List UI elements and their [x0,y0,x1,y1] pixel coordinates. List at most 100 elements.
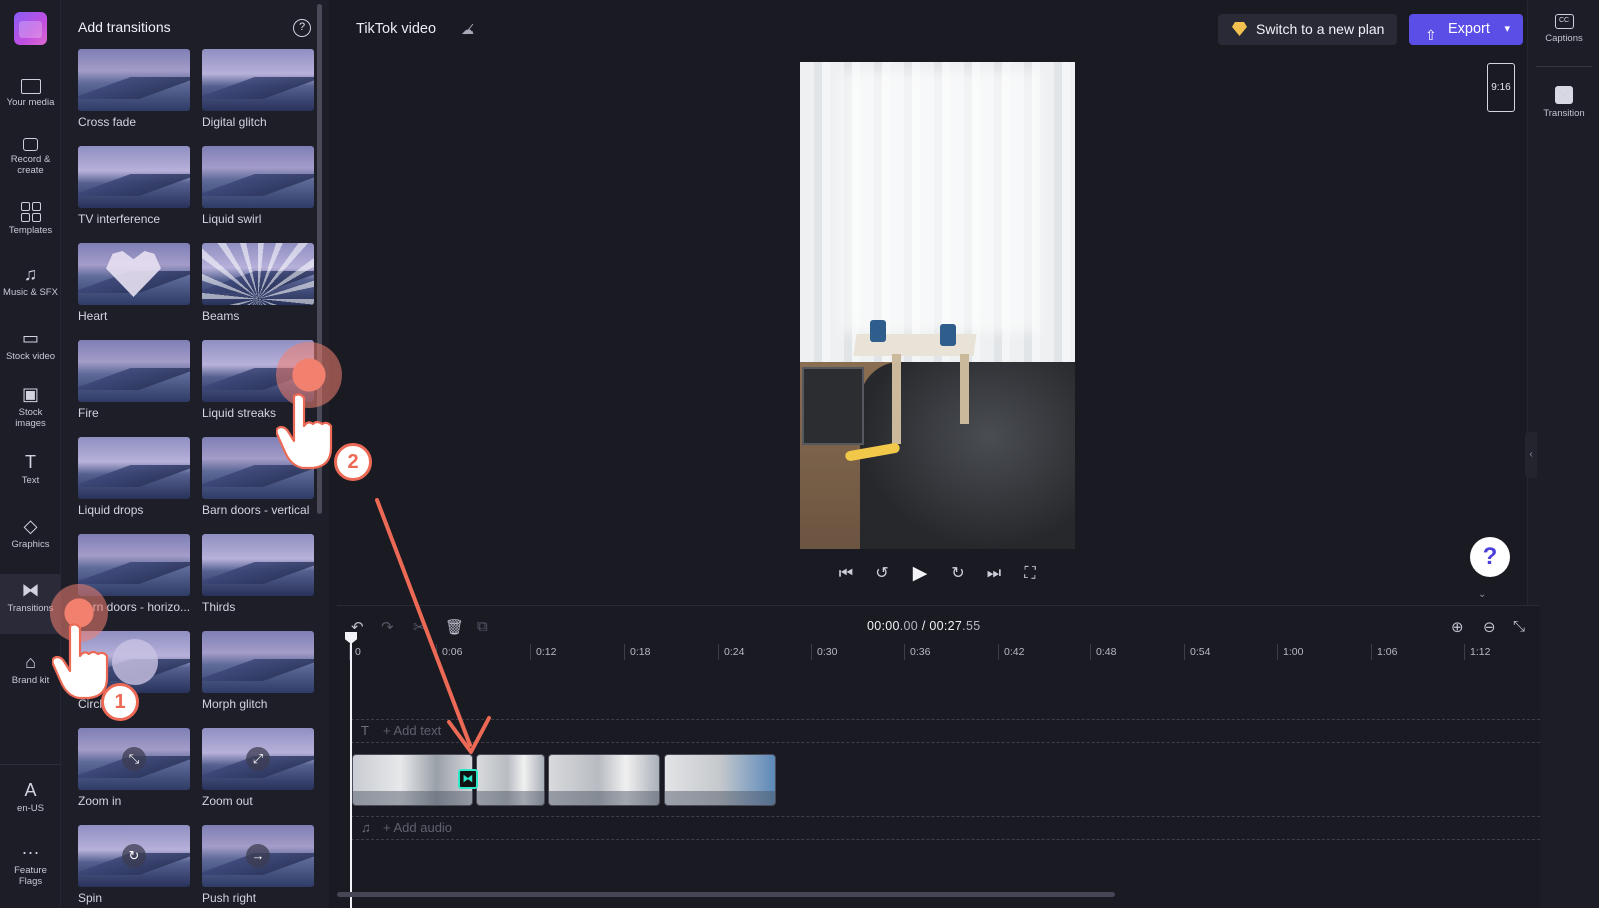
rail-music-sfx[interactable]: ♫ Music & SFX [0,264,61,298]
rail-brand-kit[interactable]: ⌂ Brand kit [0,652,61,686]
collapse-panel-handle[interactable]: ‹ [1525,432,1537,478]
aspect-ratio-button[interactable]: 9:16 [1487,63,1515,112]
zoom-in-icon[interactable]: ⊕ [1451,618,1464,636]
transition-label: Zoom in [78,794,122,808]
transition-tile[interactable]: Digital glitch [202,49,314,129]
transition-label: Morph glitch [202,697,268,711]
transition-thumbnail [202,243,314,305]
redo-icon[interactable]: ↷ [381,618,394,636]
timeline-scrollbar[interactable] [337,892,1115,897]
video-preview[interactable] [800,62,1075,549]
transition-label: Digital glitch [202,115,267,129]
transition-thumbnail: → [202,825,314,887]
graphics-icon: ◇ [23,516,38,536]
zoom-out-icon[interactable]: ⊖ [1483,618,1496,636]
playhead[interactable] [350,638,352,908]
transition-tile[interactable]: Heart [78,243,190,323]
transition-tile[interactable]: Cross fade [78,49,190,129]
transition-tile[interactable]: Barn doors - vertical [202,437,314,517]
transition-tile[interactable]: Circle wipe [78,631,190,711]
panel-title: Add transitions [78,19,171,35]
transition-icon [1555,86,1573,104]
transition-tile[interactable]: ⤢ Zoom out [202,728,314,808]
fit-timeline-icon[interactable]: ⤡ [1513,618,1525,635]
transition-tile[interactable]: → Push right [202,825,314,905]
folder-icon [20,79,41,94]
transition-tile[interactable]: TV interference [78,146,190,226]
rewind-5-icon[interactable]: ↺ [870,564,894,584]
ruler-tick: 1:06 [1371,644,1397,660]
transition-label: Spin [78,891,103,905]
video-clip[interactable] [548,754,660,806]
duplicate-icon[interactable]: ⧉ [477,618,488,635]
transition-thumbnail: ↻ [78,825,190,887]
ruler-tick: 0:36 [904,644,930,660]
captions-icon: CC [1554,14,1574,29]
rail-captions[interactable]: CC Captions [1528,14,1599,44]
transition-label: Zoom out [202,794,253,808]
delete-icon[interactable]: 🗑 [445,618,464,636]
film-icon: ▭ [21,328,39,348]
rail-graphics[interactable]: ◇ Graphics [0,516,61,550]
rail-feature-flags[interactable]: ··· Feature Flags [0,842,61,887]
cloud-off-icon: ☁̸ [461,22,474,37]
time-ruler[interactable]: 0 0:06 0:12 0:18 0:24 0:30 0:36 0:42 0:4… [349,644,1539,664]
rail-stock-video[interactable]: ▭ Stock video [0,328,61,362]
text-lane[interactable]: T + Add text [351,719,1540,743]
video-clip[interactable] [352,754,473,806]
app-logo[interactable] [14,12,47,45]
skip-back-icon[interactable]: ⏮ [834,564,858,584]
ruler-tick: 0:30 [811,644,837,660]
transition-tile[interactable]: Barn doors - horizo... [78,534,190,614]
chevron-down-icon[interactable]: ⌄ [1478,589,1486,600]
play-icon[interactable]: ▶ [908,564,932,584]
panel-scrollbar[interactable] [317,4,322,514]
switch-plan-button[interactable]: Switch to a new plan [1218,14,1397,45]
rail-text[interactable]: T Text [0,452,61,486]
transition-tile[interactable]: Thirds [202,534,314,614]
rail-transitions[interactable]: ⧓ Transitions [0,574,61,634]
transition-tile[interactable]: Morph glitch [202,631,314,711]
transition-tile[interactable]: Fire [78,340,190,420]
rail-your-media[interactable]: Your media [0,76,61,108]
ruler-tick: 0:18 [624,644,650,660]
rail-record-create[interactable]: Record & create [0,134,61,176]
transition-tile[interactable]: Liquid drops [78,437,190,517]
ruler-tick: 0:54 [1184,644,1210,660]
rail-transition-properties[interactable]: Transition [1528,86,1599,119]
help-icon[interactable]: ? [293,19,311,37]
step-badge: 2 [334,443,372,481]
transition-label: Liquid swirl [202,212,262,226]
rail-templates[interactable]: Templates [0,202,61,236]
transition-marker-icon[interactable]: ⧓ [458,769,478,789]
skip-forward-icon[interactable]: ⏭ [982,564,1006,584]
rail-divider [0,764,61,765]
spin-icon: ↻ [122,844,146,868]
transition-tile[interactable]: ↻ Spin [78,825,190,905]
transition-tile[interactable]: ⤡ Zoom in [78,728,190,808]
fullscreen-icon[interactable]: ⛶ [1018,564,1042,584]
top-bar: TikTok video ☁̸ Switch to a new plan ⇧ E… [329,0,1527,58]
rail-stock-images[interactable]: ▣ Stock images [0,384,61,429]
brand-kit-icon: ⌂ [25,652,36,672]
transition-thumbnail [78,534,190,596]
help-button[interactable]: ? [1470,537,1510,577]
transition-label: Barn doors - horizo... [78,600,190,614]
video-clip[interactable] [476,754,545,806]
transition-tile[interactable]: Liquid streaks [202,340,314,420]
project-name[interactable]: TikTok video [356,21,436,37]
video-clip[interactable] [664,754,776,806]
transition-thumbnail [202,49,314,111]
audio-lane[interactable]: ♫ + Add audio [351,816,1540,840]
transition-tile[interactable]: Liquid swirl [202,146,314,226]
playhead-handle[interactable] [345,632,357,644]
zoom-out-icon: ⤢ [246,747,270,771]
transition-label: Thirds [202,600,236,614]
transition-thumbnail [202,631,314,693]
transition-tile[interactable]: Beams [202,243,314,323]
ruler-tick: 0:06 [436,644,462,660]
export-button[interactable]: ⇧ Export ▾ [1409,14,1523,45]
forward-5-icon[interactable]: ↻ [946,564,970,584]
rail-language[interactable]: A en-US [0,780,61,814]
split-icon[interactable]: ✂ [413,618,426,636]
